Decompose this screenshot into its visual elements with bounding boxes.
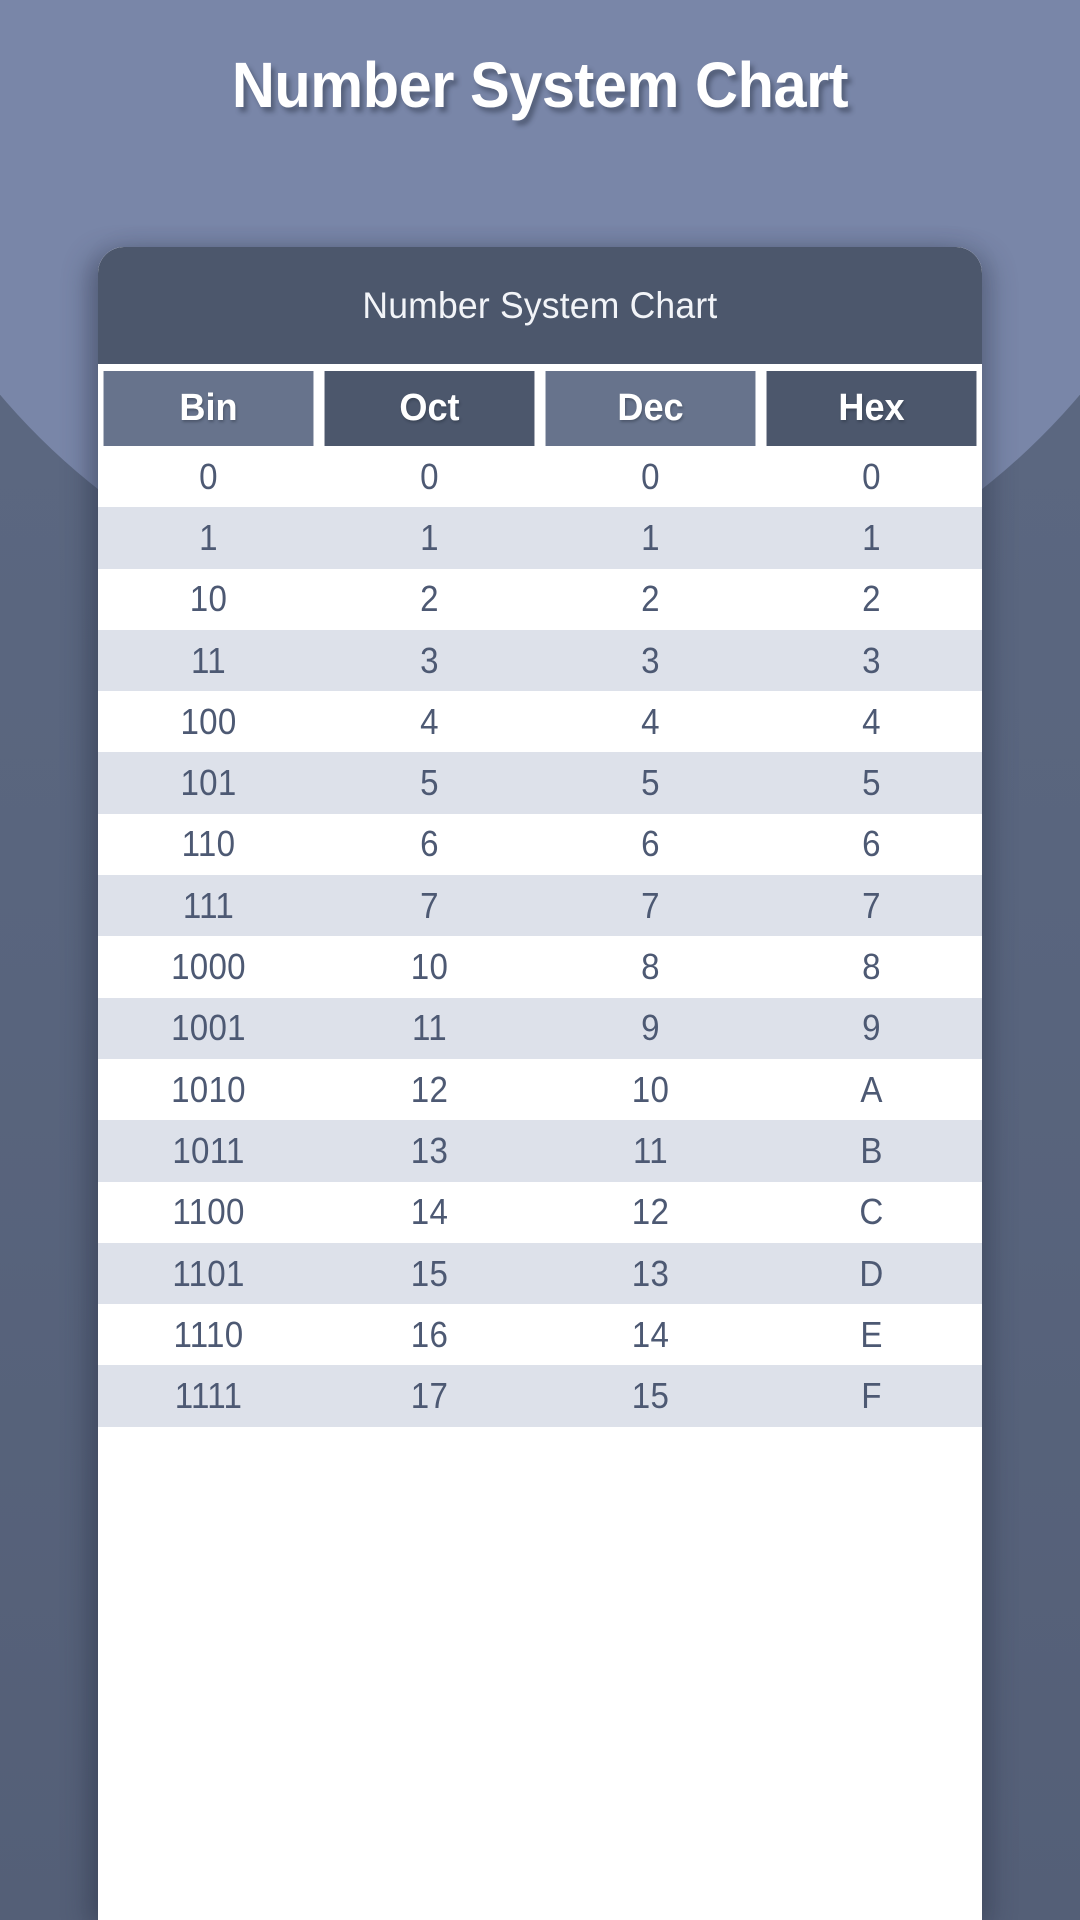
table-row[interactable]: 1111 17 15 F bbox=[98, 1365, 982, 1427]
cell-hex: 3 bbox=[862, 639, 881, 681]
cell-hex: 9 bbox=[862, 1007, 881, 1049]
cell-hex: 0 bbox=[862, 455, 881, 497]
cell-hex: C bbox=[859, 1191, 884, 1233]
cell-bin: 0 bbox=[199, 455, 218, 497]
app-root: Number System Chart Number System Chart … bbox=[0, 0, 1080, 1920]
table-row[interactable]: 1010 12 10 A bbox=[98, 1058, 982, 1121]
cell-dec: 2 bbox=[641, 578, 660, 620]
number-system-card: Number System Chart Bin Oct Dec Hex 0000… bbox=[98, 247, 982, 1920]
cell-oct: 17 bbox=[410, 1375, 449, 1417]
cell-oct: 14 bbox=[410, 1191, 449, 1233]
cell-oct: 7 bbox=[420, 884, 439, 926]
cell-oct: 15 bbox=[410, 1252, 449, 1294]
table-row[interactable]: 0 0 0 0 bbox=[98, 446, 982, 508]
cell-oct: 3 bbox=[420, 639, 439, 681]
cell-bin: 110 bbox=[181, 823, 236, 865]
cell-bin: 101 bbox=[180, 762, 237, 804]
table-row[interactable]: 11 3 3 3 bbox=[98, 629, 982, 692]
cell-dec: 7 bbox=[641, 884, 660, 926]
cell-dec: 13 bbox=[631, 1252, 670, 1294]
cell-bin: 1001 bbox=[171, 1007, 246, 1049]
cell-dec: 3 bbox=[641, 639, 660, 681]
cell-dec: 1 bbox=[641, 516, 660, 558]
cell-dec: 0 bbox=[641, 455, 660, 497]
cell-oct: 1 bbox=[420, 516, 439, 558]
cell-dec: 15 bbox=[631, 1375, 670, 1417]
header-divider bbox=[98, 364, 982, 371]
cell-bin: 1010 bbox=[171, 1068, 246, 1110]
page-title: Number System Chart bbox=[231, 49, 849, 121]
table-row[interactable]: 1000 10 8 8 bbox=[98, 936, 982, 998]
table-row[interactable]: 10 2 2 2 bbox=[98, 568, 982, 630]
cell-oct: 6 bbox=[420, 823, 439, 865]
cell-dec: 14 bbox=[631, 1313, 670, 1355]
card-header-title: Number System Chart bbox=[362, 284, 718, 326]
card-header: Number System Chart bbox=[98, 247, 982, 364]
table-row[interactable]: 110 6 6 6 bbox=[98, 813, 982, 876]
cell-hex: E bbox=[860, 1313, 883, 1355]
cell-bin: 10 bbox=[189, 578, 228, 620]
cell-hex: 1 bbox=[862, 516, 881, 558]
cell-dec: 4 bbox=[641, 700, 660, 742]
cell-hex: 6 bbox=[862, 823, 881, 865]
cell-bin: 1101 bbox=[172, 1252, 245, 1294]
cell-bin: 1011 bbox=[172, 1129, 245, 1171]
cell-oct: 5 bbox=[420, 762, 439, 804]
cell-hex: F bbox=[861, 1375, 882, 1417]
column-header-dec[interactable]: Dec bbox=[545, 371, 756, 446]
cell-hex: A bbox=[860, 1068, 883, 1110]
cell-bin: 1100 bbox=[172, 1191, 245, 1233]
cell-oct: 12 bbox=[410, 1068, 449, 1110]
cell-bin: 1110 bbox=[173, 1313, 244, 1355]
cell-hex: 4 bbox=[862, 700, 881, 742]
table-row[interactable]: 101 5 5 5 bbox=[98, 752, 982, 814]
table-row[interactable]: 1100 14 12 C bbox=[98, 1181, 982, 1243]
cell-oct: 2 bbox=[420, 578, 439, 620]
table-row[interactable]: 111 7 7 7 bbox=[98, 875, 982, 937]
cell-dec: 9 bbox=[641, 1007, 660, 1049]
cell-oct: 16 bbox=[410, 1313, 449, 1355]
cell-bin: 1000 bbox=[171, 946, 246, 988]
cell-bin: 1111 bbox=[174, 1375, 243, 1417]
cell-hex: 8 bbox=[862, 946, 881, 988]
table-row[interactable]: 1101 15 13 D bbox=[98, 1242, 982, 1305]
column-header-oct[interactable]: Oct bbox=[324, 371, 535, 446]
cell-dec: 6 bbox=[641, 823, 660, 865]
cell-oct: 0 bbox=[420, 455, 439, 497]
cell-dec: 11 bbox=[633, 1129, 668, 1171]
cell-hex: 5 bbox=[862, 762, 881, 804]
table-row[interactable]: 1011 13 11 B bbox=[98, 1120, 982, 1182]
cell-oct: 13 bbox=[410, 1129, 449, 1171]
table-column-header-row: Bin Oct Dec Hex bbox=[98, 371, 982, 446]
cell-oct: 11 bbox=[412, 1007, 447, 1049]
cell-oct: 4 bbox=[420, 700, 439, 742]
cell-dec: 8 bbox=[641, 946, 660, 988]
table-row[interactable]: 1 1 1 1 bbox=[98, 507, 982, 569]
cell-dec: 5 bbox=[641, 762, 660, 804]
cell-hex: 2 bbox=[862, 578, 881, 620]
table-body: 0 0 0 0 1 1 1 1 10 2 2 2 11 3 3 3 100 4 4 4 101 5 5 5 110 6 6 6 111 7… bbox=[98, 446, 982, 1427]
table-row[interactable]: 1001 11 9 9 bbox=[98, 997, 982, 1059]
column-header-bin[interactable]: Bin bbox=[103, 371, 314, 446]
table-row[interactable]: 100 4 4 4 bbox=[98, 691, 982, 753]
cell-bin: 100 bbox=[180, 700, 237, 742]
cell-dec: 12 bbox=[631, 1191, 670, 1233]
cell-bin: 111 bbox=[182, 884, 235, 926]
cell-dec: 10 bbox=[631, 1068, 670, 1110]
cell-bin: 1 bbox=[199, 516, 218, 558]
column-header-hex[interactable]: Hex bbox=[766, 371, 977, 446]
cell-hex: 7 bbox=[862, 884, 881, 926]
table-row[interactable]: 1110 16 14 E bbox=[98, 1304, 982, 1366]
cell-bin: 11 bbox=[191, 639, 226, 681]
cell-hex: D bbox=[859, 1252, 884, 1294]
cell-oct: 10 bbox=[410, 946, 449, 988]
cell-hex: B bbox=[860, 1129, 883, 1171]
